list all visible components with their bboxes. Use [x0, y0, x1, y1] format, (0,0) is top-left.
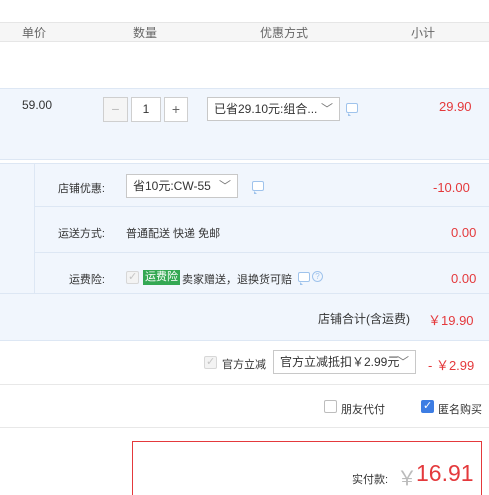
shop-total-label: 店铺合计(含运费)	[318, 312, 410, 326]
item-discount-select-value: 已省29.10元:组合...	[214, 102, 318, 116]
quantity-decrease-button[interactable]: −	[103, 97, 128, 122]
shop-coupon-select[interactable]: 省10元:CW-55 ﹀	[126, 174, 238, 198]
message-icon[interactable]	[346, 103, 358, 116]
column-header-discount: 优惠方式	[260, 26, 309, 40]
anonymous-purchase-label: 匿名购买	[438, 404, 482, 416]
chevron-down-icon: ﹀	[320, 102, 333, 116]
anonymous-purchase-checkbox[interactable]	[421, 399, 434, 413]
divider	[34, 206, 489, 207]
shipping-insurance-checkbox[interactable]	[126, 270, 139, 284]
shipping-insurance-text: 卖家赠送，退换货可赔	[182, 274, 292, 286]
official-discount-select-value: 官方立减抵扣￥2.99元	[280, 355, 400, 369]
shipping-amount: 0.00	[451, 225, 477, 240]
payment-label: 实付款:	[352, 474, 389, 486]
column-header-quantity: 数量	[133, 26, 158, 40]
divider	[0, 384, 489, 385]
shop-coupon-select-value: 省10元:CW-55	[133, 179, 211, 193]
shipping-method-value: 普通配送 快递 免邮	[126, 228, 221, 240]
column-header-subtotal: 小计	[411, 26, 436, 40]
divider	[0, 293, 489, 294]
shop-total-amount: ￥19.90	[428, 313, 474, 328]
chevron-down-icon: ﹀	[218, 179, 231, 193]
official-discount-label: 官方立减	[222, 359, 266, 371]
item-subtotal: 29.90	[439, 99, 472, 114]
column-header-price: 单价	[22, 26, 47, 40]
quantity-increase-button[interactable]: +	[164, 97, 188, 122]
message-icon[interactable]	[298, 272, 310, 285]
help-icon[interactable]: ?	[312, 271, 323, 282]
friend-pay-label: 朋友代付	[341, 404, 385, 416]
shipping-insurance-label: 运费险:	[68, 274, 105, 286]
friend-pay-checkbox[interactable]	[324, 400, 337, 413]
shop-coupon-label: 店铺优惠:	[57, 183, 105, 195]
item-discount-select[interactable]: 已省29.10元:组合... ﹀	[207, 97, 340, 121]
payment-amount: 16.91	[416, 460, 474, 486]
payment-currency: ￥	[397, 468, 417, 490]
divider	[34, 252, 489, 253]
shipping-insurance-tag: 运费险	[143, 270, 180, 285]
shipping-method-label: 运送方式:	[57, 228, 105, 240]
divider	[0, 427, 489, 428]
message-icon[interactable]	[252, 181, 264, 194]
chevron-down-icon: ﹀	[396, 355, 409, 369]
official-discount-amount: - ￥2.99	[428, 358, 475, 373]
official-discount-checkbox[interactable]	[204, 355, 217, 369]
item-unit-price: 59.00	[22, 98, 53, 112]
shop-coupon-amount: -10.00	[433, 180, 470, 195]
official-discount-select[interactable]: 官方立减抵扣￥2.99元 ﹀	[273, 350, 416, 374]
shipping-insurance-amount: 0.00	[451, 271, 477, 286]
quantity-input[interactable]: 1	[131, 97, 161, 122]
